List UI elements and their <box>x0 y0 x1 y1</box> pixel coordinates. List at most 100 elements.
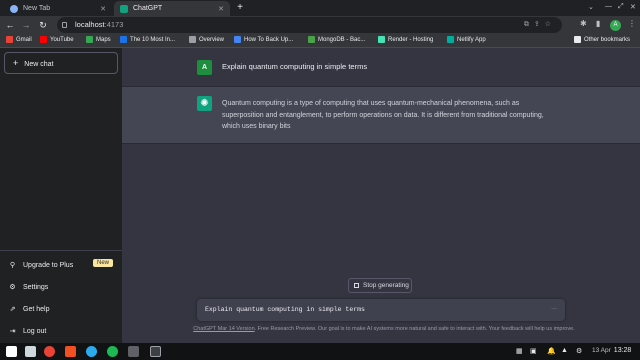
tab-search-icon[interactable]: ⌄ <box>588 3 594 11</box>
sidebar-divider <box>0 250 122 251</box>
bookmarks-bar: Gmail YouTube Maps The 10 Most In... Ove… <box>0 34 640 48</box>
sidebar-item-settings[interactable]: ⚙ Settings <box>8 280 48 294</box>
back-icon[interactable]: ← <box>4 19 16 31</box>
new-chat-label: New chat <box>24 61 54 68</box>
taskbar: ▦ ▣ 🔔 ▲ ⚙ 13 Apr 13:28 <box>0 343 640 360</box>
terminal-icon[interactable] <box>150 346 161 357</box>
close-window-icon[interactable]: ✕ <box>630 3 636 11</box>
assistant-message-row: ✺ Quantum computing is a type of computi… <box>122 87 640 144</box>
sidebar-item-label: Get help <box>23 305 50 313</box>
youtube-icon <box>40 36 47 43</box>
bookmark-10-most[interactable]: The 10 Most In... <box>120 36 175 43</box>
render-icon <box>378 36 385 43</box>
bookmark-mongodb[interactable]: MongoDB - Bac... <box>308 36 365 43</box>
maximize-icon[interactable]: ⤢ <box>618 3 624 11</box>
close-tab-icon[interactable]: ✕ <box>100 5 106 13</box>
sidebar-item-help[interactable]: ⇗ Get help <box>8 302 50 316</box>
new-tab-icon[interactable]: + <box>234 2 246 14</box>
bookmark-netlify[interactable]: Netlify App <box>447 36 486 43</box>
wifi-icon[interactable]: ▲ <box>561 347 568 354</box>
profile-avatar[interactable]: A <box>610 20 621 31</box>
netlify-icon <box>447 36 454 43</box>
user-message-text: Explain quantum computing in simple term… <box>222 62 368 71</box>
sidebar-item-label: Upgrade to Plus <box>23 261 74 269</box>
close-tab-icon[interactable]: ✕ <box>218 5 224 13</box>
settings-icon[interactable]: ⚙ <box>576 347 582 355</box>
url-host: localhost <box>75 20 105 29</box>
user-icon: ⚲ <box>9 262 16 269</box>
footer-text: . Free Research Preview. Our goal is to … <box>254 326 575 332</box>
gmail-icon <box>6 36 13 43</box>
tab-title: New Tab <box>23 5 51 12</box>
bookmark-render[interactable]: Render - Hosting <box>378 36 433 43</box>
new-chat-button[interactable]: + New chat <box>4 52 118 74</box>
clock[interactable]: 13 Apr 13:28 <box>592 347 631 354</box>
gear-icon: ⚙ <box>9 284 16 291</box>
spotify-icon[interactable] <box>107 346 118 357</box>
page-icon <box>120 36 127 43</box>
footer-disclaimer: ChatGPT Mar 14 Version. Free Research Pr… <box>174 326 594 332</box>
stop-generating-button[interactable]: Stop generating <box>348 278 412 293</box>
new-badge: New <box>93 259 114 267</box>
bookmark-gmail[interactable]: Gmail <box>6 36 32 43</box>
sidebar-item-label: Settings <box>23 283 49 291</box>
bookmark-overview[interactable]: Overview <box>189 36 224 43</box>
open-in-app-icon[interactable]: ⧉ <box>524 21 534 28</box>
sidebar-item-upgrade[interactable]: ⚲ Upgrade to Plus <box>8 258 73 272</box>
chatgpt-favicon-icon <box>120 4 128 13</box>
loading-dots-icon: ... <box>551 304 557 311</box>
time: 13:28 <box>613 347 632 354</box>
forward-icon[interactable]: → <box>20 19 32 31</box>
user-message-row: A Explain quantum computing in simple te… <box>122 48 640 87</box>
sidebar: + New chat ⚲ Upgrade to Plus New ⚙ Settings… <box>0 48 122 343</box>
chat-main: A Explain quantum computing in simple te… <box>122 48 640 343</box>
bookmark-youtube[interactable]: YouTube <box>40 36 74 43</box>
launcher-icon[interactable] <box>6 346 17 357</box>
maps-icon <box>86 36 93 43</box>
omnibox-actions: ⧉⇪☆ <box>524 17 556 33</box>
app-icon[interactable] <box>65 346 76 357</box>
plus-icon: + <box>13 58 19 68</box>
files-icon[interactable] <box>25 346 36 357</box>
reload-icon[interactable]: ↻ <box>37 19 49 31</box>
page-icon <box>234 36 241 43</box>
chrome-icon <box>10 4 18 13</box>
tab-title: ChatGPT <box>133 5 163 12</box>
site-info-icon[interactable] <box>62 22 67 28</box>
address-bar[interactable]: localhost:4173 ⧉⇪☆ <box>57 17 562 33</box>
globe-icon <box>189 36 196 43</box>
telegram-icon[interactable] <box>86 346 97 357</box>
openai-logo-icon: ✺ <box>197 96 212 111</box>
stop-generating-label: Stop generating <box>363 282 409 289</box>
bookmark-star-icon[interactable]: ☆ <box>545 21 556 28</box>
app-icon[interactable] <box>128 346 139 357</box>
version-link[interactable]: ChatGPT Mar 14 Version <box>193 326 254 332</box>
date: 13 Apr <box>592 347 611 354</box>
external-link-icon: ⇗ <box>9 306 16 313</box>
tab-new-tab[interactable]: New Tab ✕ <box>4 1 112 16</box>
notification-bell-icon[interactable]: 🔔 <box>547 347 556 355</box>
minimize-icon[interactable]: — <box>605 3 612 10</box>
side-panel-icon[interactable]: ▮ <box>596 19 600 28</box>
sidebar-item-label: Log out <box>23 327 47 335</box>
tray-app-icon[interactable]: ▦ <box>516 347 523 355</box>
menu-icon[interactable]: ⋮ <box>628 19 636 28</box>
browser-toolbar: ← → ↻ localhost:4173 ⧉⇪☆ ✱ ▮ ⋮ <box>0 16 640 34</box>
extensions-icon[interactable]: ✱ <box>580 19 587 28</box>
bookmark-how-to-back-up[interactable]: How To Back Up... <box>234 36 293 43</box>
bookmark-maps[interactable]: Maps <box>86 36 111 43</box>
prompt-input[interactable]: Explain quantum computing in simple term… <box>197 299 565 321</box>
share-icon[interactable]: ⇪ <box>534 21 545 28</box>
assistant-message-text: Quantum computing is a type of computing… <box>222 100 544 130</box>
chrome-app-icon[interactable] <box>44 346 55 357</box>
url-port: :4173 <box>104 20 124 29</box>
logout-icon: ⇥ <box>9 328 16 335</box>
tab-chatgpt[interactable]: ChatGPT ✕ <box>114 1 230 16</box>
tab-strip: New Tab ✕ ChatGPT ✕ + ⌄ — ⤢ ✕ <box>0 0 640 16</box>
other-bookmarks[interactable]: Other bookmarks <box>574 36 630 43</box>
folder-icon <box>574 36 581 43</box>
tray-app-icon[interactable]: ▣ <box>530 347 537 355</box>
sidebar-item-logout[interactable]: ⇥ Log out <box>8 324 47 338</box>
stop-square-icon <box>354 283 359 288</box>
mongodb-icon <box>308 36 315 43</box>
